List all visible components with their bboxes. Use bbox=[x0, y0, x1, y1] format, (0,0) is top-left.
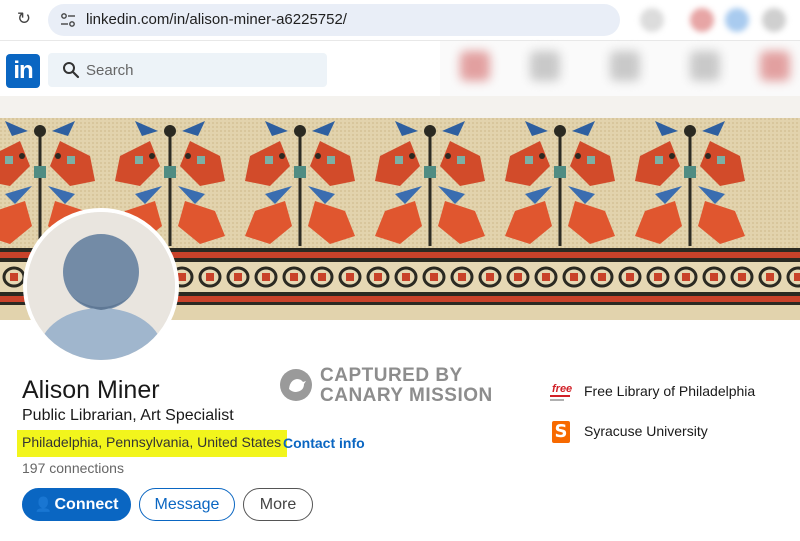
profile-name: Alison Miner bbox=[22, 376, 160, 404]
add-person-icon: 👤 bbox=[34, 496, 52, 512]
url-text[interactable]: linkedin.com/in/alison-miner-a6225752/ bbox=[86, 11, 347, 28]
address-bar[interactable]: linkedin.com/in/alison-miner-a6225752/ bbox=[48, 4, 620, 36]
more-button[interactable]: More bbox=[243, 488, 313, 521]
watermark-line1: CAPTURED BY bbox=[320, 365, 463, 386]
linkedin-header: in bbox=[0, 40, 800, 97]
nav-item-jobs[interactable] bbox=[610, 51, 640, 81]
search-box[interactable] bbox=[48, 53, 327, 87]
contact-info-link[interactable]: Contact info bbox=[283, 435, 365, 451]
page-background bbox=[0, 96, 800, 118]
org-name: Free Library of Philadelphia bbox=[584, 383, 756, 399]
profile-location: Philadelphia, Pennsylvania, United State… bbox=[17, 430, 288, 457]
avatar[interactable] bbox=[23, 208, 179, 364]
canary-bird-icon bbox=[280, 369, 312, 401]
syracuse-logo: S bbox=[552, 421, 570, 443]
linkedin-logo[interactable]: in bbox=[6, 54, 40, 88]
extension-icon[interactable] bbox=[725, 8, 749, 32]
org-name: Syracuse University bbox=[584, 423, 708, 439]
reload-icon[interactable]: ↻ bbox=[14, 9, 34, 29]
profile-headline: Public Librarian, Art Specialist bbox=[22, 407, 234, 424]
nav-bar-blurred bbox=[440, 41, 800, 97]
nav-item-network[interactable] bbox=[530, 51, 560, 81]
browser-toolbar: ↻ linkedin.com/in/alison-miner-a6225752/ bbox=[0, 0, 800, 40]
search-input[interactable] bbox=[86, 59, 306, 81]
search-icon bbox=[63, 62, 80, 79]
nav-item-messaging[interactable] bbox=[690, 51, 720, 81]
tune-icon[interactable] bbox=[60, 12, 76, 28]
extension-icon[interactable] bbox=[762, 8, 786, 32]
default-person-icon bbox=[27, 212, 175, 360]
nav-item-notifications[interactable] bbox=[760, 51, 790, 81]
extension-icon[interactable] bbox=[690, 8, 714, 32]
connect-label: Connect bbox=[54, 496, 119, 513]
watermark: CAPTURED BY CANARY MISSION bbox=[280, 366, 510, 408]
connect-button[interactable]: 👤 Connect bbox=[22, 488, 131, 521]
watermark-line2: CANARY MISSION bbox=[320, 385, 493, 406]
free-library-logo: free bbox=[550, 383, 572, 401]
message-button[interactable]: Message bbox=[139, 488, 235, 521]
connections-count[interactable]: 197 connections bbox=[22, 460, 124, 476]
extension-icon[interactable] bbox=[640, 8, 664, 32]
svg-text:free: free bbox=[552, 383, 572, 395]
nav-item-home[interactable] bbox=[460, 51, 490, 81]
